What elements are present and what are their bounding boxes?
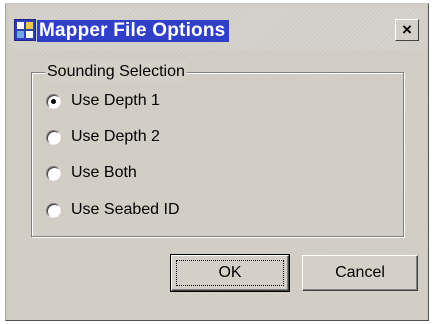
radio-button[interactable]	[46, 165, 61, 181]
radio-label: Use Depth 2	[71, 128, 160, 145]
radio-label: Use Seabed ID	[71, 201, 180, 218]
group-legend: Sounding Selection	[45, 62, 187, 82]
ok-button[interactable]: OK	[170, 254, 290, 292]
mapper-file-options-dialog: Mapper File Options × Sounding Selection…	[5, 3, 429, 321]
close-icon: ×	[402, 20, 412, 39]
title-bar[interactable]: Mapper File Options ×	[9, 7, 425, 50]
radio-label: Use Depth 1	[71, 92, 160, 109]
cancel-button[interactable]: Cancel	[302, 255, 418, 291]
cancel-button-label: Cancel	[335, 264, 385, 281]
app-icon	[14, 19, 36, 41]
radio-button[interactable]	[46, 202, 61, 218]
radio-label: Use Both	[71, 164, 137, 181]
window-title: Mapper File Options	[37, 20, 230, 42]
ok-button-label: OK	[218, 264, 242, 281]
radio-button-selected[interactable]	[46, 93, 61, 109]
ok-button-focus-rect: OK	[176, 260, 284, 286]
close-button[interactable]: ×	[395, 19, 419, 41]
radio-use-both[interactable]: Use Both	[46, 162, 137, 184]
radio-button[interactable]	[46, 129, 61, 145]
radio-use-depth-2[interactable]: Use Depth 2	[46, 126, 160, 148]
radio-use-seabed-id[interactable]: Use Seabed ID	[46, 199, 180, 221]
radio-use-depth-1[interactable]: Use Depth 1	[46, 90, 160, 112]
